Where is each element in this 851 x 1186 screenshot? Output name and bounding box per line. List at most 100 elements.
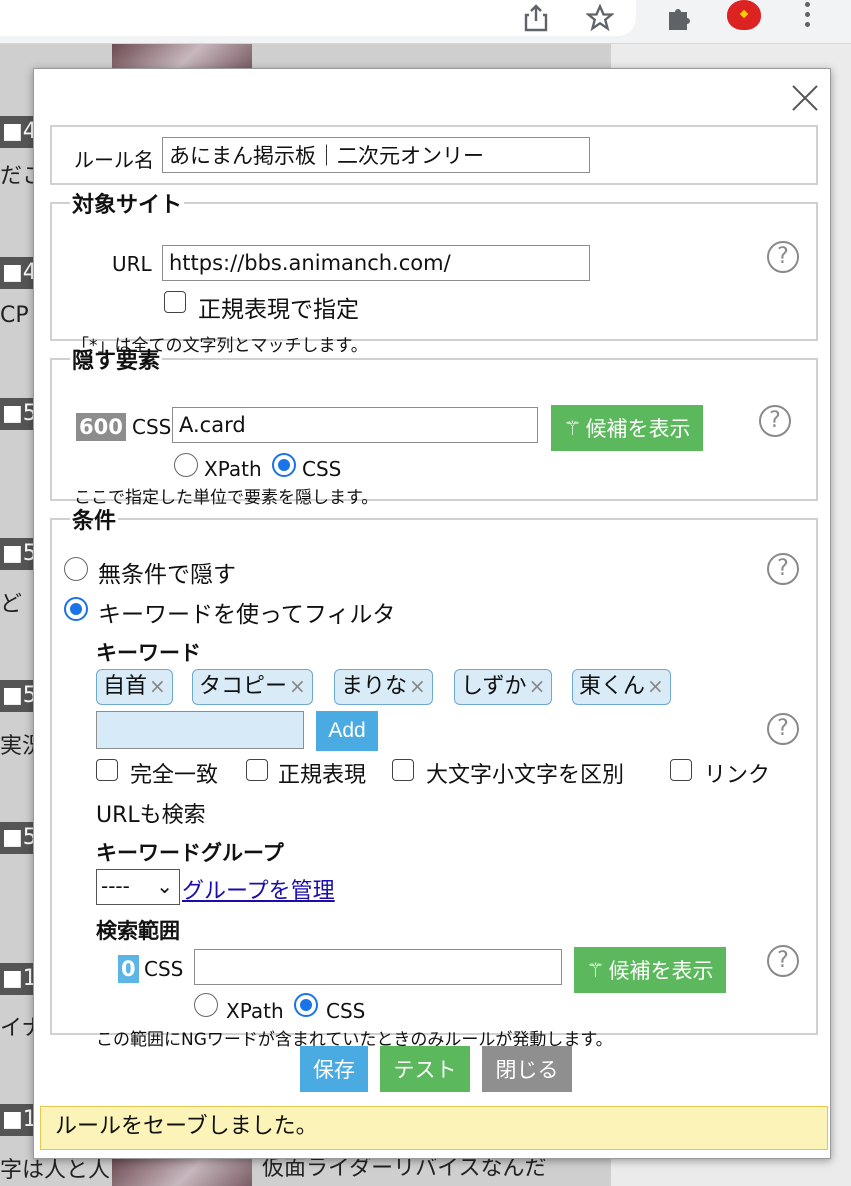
keyword-filter-radio[interactable] <box>64 597 88 621</box>
remove-tag-icon[interactable]: × <box>529 674 546 698</box>
condition-legend: 条件 <box>72 509 117 534</box>
scope-type-label: CSS <box>144 957 184 981</box>
background-count: ■5 <box>0 538 33 570</box>
scope-suggest-button-label: 候補を表示 <box>608 960 714 983</box>
rule-name-input[interactable] <box>162 137 590 173</box>
help-icon[interactable]: ? <box>767 945 799 977</box>
status-message: ルールをセーブしました。 <box>40 1106 828 1150</box>
keyword-tag: しずか × <box>454 669 553 705</box>
selector-type-label: CSS <box>132 415 172 439</box>
help-icon[interactable]: ? <box>767 553 799 585</box>
keyword-group-select[interactable]: ---- ⌄ <box>96 869 180 905</box>
background-text: イナ <box>0 1016 33 1041</box>
keyword-heading: キーワード <box>96 641 201 665</box>
keyword-tag-label: 自首 <box>103 674 148 699</box>
condition-section: 条件 無条件で隠す ? キーワードを使ってフィルタ キーワード 自首 × タコピー… <box>50 503 818 1050</box>
keyword-filter-label: キーワードを使ってフィルタ <box>98 602 396 628</box>
keyword-tag: 東くん × <box>572 669 671 705</box>
css-radio[interactable] <box>272 453 296 477</box>
remove-tag-icon[interactable]: × <box>149 674 166 698</box>
keyword-tag-label: タコピー <box>199 674 288 699</box>
close-icon[interactable] <box>790 83 820 113</box>
case-sensitive-label: 大文字小文字を区別 <box>426 763 625 788</box>
chevron-down-icon: ⌄ <box>156 874 173 898</box>
background-text: だこ <box>0 164 33 189</box>
unconditional-radio[interactable] <box>64 557 88 581</box>
regex-keyword-checkbox[interactable] <box>246 759 268 781</box>
suggest-button-label: 候補を表示 <box>585 418 691 441</box>
target-site-legend: 対象サイト <box>72 193 183 218</box>
exact-match-checkbox[interactable] <box>96 759 118 781</box>
background-count: ■1 <box>0 1104 33 1136</box>
keyword-group-heading: キーワードグループ <box>96 841 284 865</box>
background-count: ■4 <box>0 116 33 148</box>
scope-css-radio[interactable] <box>294 993 318 1017</box>
scope-xpath-label: XPath <box>226 999 284 1023</box>
manage-group-link[interactable]: グループを管理 <box>182 873 335 905</box>
background-count: ■1 <box>0 963 33 995</box>
keyword-tag: まりな × <box>334 669 433 705</box>
help-icon[interactable]: ? <box>759 405 791 437</box>
keyword-tag-label: まりな <box>341 674 408 699</box>
hide-selector-input[interactable] <box>172 407 538 443</box>
unconditional-label: 無条件で隠す <box>98 562 236 588</box>
rule-editor-dialog: ルール名 対象サイト URL 正規表現で指定 「*」は全ての文字列とマッチします… <box>33 68 831 1159</box>
keyword-input[interactable] <box>96 711 304 749</box>
share-icon[interactable] <box>518 0 554 36</box>
hide-element-section: 隠す要素 600 CSS ⚚候補を表示 XPath CSS ここで指定した単位で… <box>50 343 818 508</box>
test-button[interactable]: テスト <box>380 1046 470 1092</box>
keyword-tag-label: 東くん <box>579 674 646 699</box>
menu-icon[interactable] <box>800 0 814 27</box>
keyword-tag: 自首 × <box>96 669 173 705</box>
scope-count-badge: 0 <box>118 955 139 983</box>
background-text: CP <box>0 303 29 328</box>
xpath-label: XPath <box>204 457 262 481</box>
browser-toolbar <box>0 0 851 44</box>
target-site-section: 対象サイト URL 正規表現で指定 「*」は全ての文字列とマッチします。 ? <box>50 187 818 356</box>
remove-tag-icon[interactable]: × <box>289 674 306 698</box>
xpath-radio[interactable] <box>174 453 198 477</box>
background-count: ■5 <box>0 680 33 712</box>
add-keyword-button[interactable]: Add <box>316 711 378 751</box>
link-url-label: リンク <box>704 763 771 788</box>
scope-suggest-button[interactable]: ⚚ 候補を表示 <box>574 947 726 993</box>
extensions-icon[interactable] <box>662 0 698 36</box>
save-button[interactable]: 保存 <box>300 1046 368 1092</box>
css-label: CSS <box>302 457 342 481</box>
regex-label: 正規表現で指定 <box>198 297 359 323</box>
remove-tag-icon[interactable]: × <box>647 674 664 698</box>
url-label: URL <box>112 252 152 276</box>
background-count: ■5 <box>0 822 33 854</box>
case-sensitive-checkbox[interactable] <box>392 759 414 781</box>
rule-name-section: ルール名 <box>50 125 818 185</box>
help-icon[interactable]: ? <box>767 713 799 745</box>
star-icon[interactable] <box>582 0 618 36</box>
match-count-badge: 600 <box>76 413 126 441</box>
background-count: ■4 <box>0 257 33 289</box>
scope-selector-input[interactable] <box>194 949 562 985</box>
background-count: ■5 <box>0 398 33 430</box>
keyword-tag-label: しずか <box>461 674 527 699</box>
help-icon[interactable]: ? <box>767 241 799 273</box>
scope-css-label: CSS <box>326 999 366 1023</box>
remove-tag-icon[interactable]: × <box>409 674 426 698</box>
rule-name-label: ルール名 <box>74 148 154 172</box>
link-url-checkbox[interactable] <box>670 759 692 781</box>
magic-wand-icon: ⚚ <box>563 417 582 440</box>
scope-xpath-radio[interactable] <box>194 993 218 1017</box>
regex-keyword-label: 正規表現 <box>278 763 367 788</box>
regex-checkbox[interactable] <box>164 291 186 313</box>
magic-wand-icon: ⚚ <box>586 959 605 982</box>
close-button[interactable]: 閉じる <box>482 1046 572 1092</box>
link-url-label-cont: URLも検索 <box>96 803 206 828</box>
keyword-group-selected: ---- <box>101 874 130 898</box>
tomato-extension-icon[interactable] <box>727 0 761 30</box>
background-thumbnail <box>112 44 252 68</box>
exact-match-label: 完全一致 <box>130 763 219 788</box>
background-text: ど <box>0 592 23 617</box>
background-text: 実況 <box>0 734 33 759</box>
url-input[interactable] <box>162 245 590 281</box>
suggest-button[interactable]: ⚚ 候補を表示 <box>551 405 703 451</box>
hide-element-legend: 隠す要素 <box>72 349 161 374</box>
keyword-tag: タコピー × <box>192 669 313 705</box>
